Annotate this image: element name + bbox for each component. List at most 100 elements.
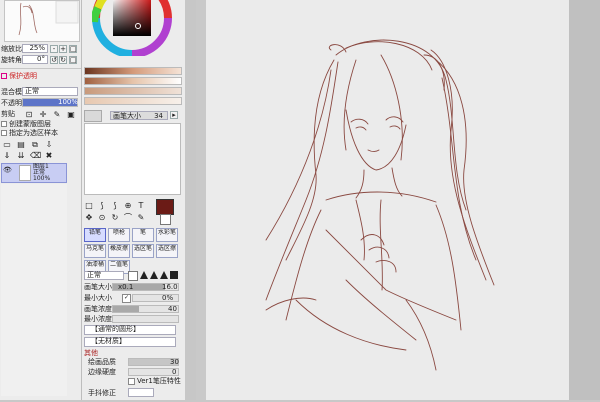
brush-size-preset-label: 画笔大小 <box>113 112 141 120</box>
brush-tile[interactable]: 选区擦 <box>156 244 178 258</box>
rotate-cw-button[interactable]: ↻ <box>59 56 67 64</box>
brush-shape-value: 【通常的圆形】 <box>91 325 140 333</box>
clip-label: 剪贴 <box>1 110 15 118</box>
copy-layer-icon[interactable]: ⧉ <box>30 140 40 150</box>
layer-item[interactable]: 👁 图层1 正常 100% <box>1 163 67 183</box>
text-tool-icon[interactable]: T <box>136 201 146 211</box>
move-icon[interactable]: ✥ <box>84 213 94 223</box>
brush-shape-row <box>128 271 178 281</box>
zoom-in-button[interactable]: + <box>59 45 67 53</box>
value-bar[interactable] <box>84 87 182 95</box>
color-wheel[interactable] <box>92 0 172 56</box>
sub-color-swatch[interactable] <box>160 214 171 225</box>
brush-tile[interactable]: 笔 <box>132 228 154 242</box>
ver1-checkbox[interactable] <box>128 378 135 385</box>
brush-size-value: 16.0 <box>162 283 178 291</box>
alpha-bar[interactable] <box>84 97 182 105</box>
brush-tile[interactable]: 选区笔 <box>132 244 154 258</box>
brush-texture-value: 【无材质】 <box>91 337 126 345</box>
rotate-view-icon[interactable]: ↻ <box>110 213 120 223</box>
eye-icon[interactable]: 👁 <box>3 166 12 174</box>
merge-layer-icon[interactable]: ⇩ <box>44 140 54 150</box>
tool-panel: 画笔大小 34 ▸ □ ⟆ ⟆ ⊕ T ✥ ⊙ ↻ ⌒ ✎ 铅笔 喷枪 笔 水彩… <box>81 0 185 400</box>
color-swatch-small[interactable] <box>84 110 102 122</box>
lasso-icon[interactable]: ⟆ <box>97 201 107 211</box>
brush-density-label: 画笔浓度 <box>84 305 112 313</box>
min-density-slider[interactable] <box>112 315 179 323</box>
main-color-swatch[interactable] <box>156 199 174 215</box>
magic-wand-icon[interactable]: ⟆ <box>110 201 120 211</box>
hand-icon[interactable]: ⌒ <box>123 213 133 223</box>
brush-shape-dropdown[interactable]: 【通常的圆形】 <box>84 325 176 335</box>
lock-icon[interactable]: ⊡ <box>24 110 34 120</box>
shape-square-icon[interactable] <box>128 271 138 281</box>
mask-layer-label: 创建蒙版图层 <box>9 120 51 128</box>
sketch-drawing <box>265 39 495 371</box>
layer-opacity: 100% <box>33 175 51 182</box>
brush-tile[interactable]: 水彩笔 <box>156 228 178 242</box>
layer-actions-row2: ⇓ ⇊ ⌫ ✖ <box>2 151 78 161</box>
quality-label: 绘画品质 <box>88 358 116 366</box>
brush-mode-select[interactable]: 正常 <box>84 271 124 280</box>
shape-triangle-icon[interactable] <box>160 271 168 279</box>
saturation-bar[interactable] <box>84 77 182 85</box>
brush-density-value: 40 <box>168 305 177 313</box>
swatch-area[interactable] <box>84 123 181 195</box>
clear-layer-icon[interactable]: ⌫ <box>30 151 41 161</box>
protect-alpha-checkbox[interactable] <box>1 73 7 79</box>
zoom-reset-button[interactable]: □ <box>69 45 77 53</box>
delete-layer-icon[interactable]: ✖ <box>44 151 54 161</box>
edge-value: 0 <box>172 368 177 376</box>
opacity-value: 100% <box>58 98 79 106</box>
rotate-ccw-button[interactable]: ↺ <box>50 56 58 64</box>
quality-value: 30 <box>170 358 179 366</box>
min-density-label: 最小浓度 <box>84 315 112 323</box>
divider <box>0 68 81 69</box>
eyedropper-icon[interactable]: ✎ <box>136 213 146 223</box>
stabilizer-select[interactable] <box>128 388 154 397</box>
brush-size-preset[interactable]: 画笔大小 34 <box>110 111 168 120</box>
rect-select-icon[interactable]: □ <box>84 201 94 211</box>
rotate-field[interactable]: 0° <box>22 55 48 64</box>
navigator-sketch-thumbnail <box>18 0 79 36</box>
brush-tile[interactable]: 喷枪 <box>108 228 130 242</box>
zoom-field[interactable]: 25% <box>22 44 48 53</box>
brush-grid: 铅笔 喷枪 笔 水彩笔 马克笔 橡皮擦 选区笔 选区擦 油漆桶 二值笔 <box>84 228 180 274</box>
rotate-reset-button[interactable]: □ <box>69 56 77 64</box>
protect-alpha-label: 保护透明 <box>9 72 37 80</box>
panel-scroll-gutter <box>185 0 196 400</box>
stabilizer-label: 手抖修正 <box>88 389 116 397</box>
pin-icon[interactable]: ✛ <box>38 110 48 120</box>
transfer-down-icon[interactable]: ⇓ <box>2 151 12 161</box>
brush-lock-icon[interactable]: ✎ <box>52 110 62 120</box>
brush-texture-dropdown[interactable]: 【无材质】 <box>84 337 176 347</box>
advanced-settings-header[interactable]: 其他 <box>84 349 98 358</box>
swatch-menu-button[interactable]: ▸ <box>170 111 178 119</box>
blend-mode-select[interactable]: 正常 <box>22 87 78 96</box>
brush-tile[interactable]: 铅笔 <box>84 228 106 242</box>
hue-bar[interactable] <box>84 67 182 75</box>
shape-block-icon[interactable] <box>170 271 178 279</box>
merge-down-icon[interactable]: ⇊ <box>16 151 26 161</box>
canvas-right-margin <box>569 0 600 400</box>
shape-triangle-icon[interactable] <box>140 271 148 279</box>
tool-row-2: ✥ ⊙ ↻ ⌒ ✎ <box>84 213 146 223</box>
edge-label: 边缘硬度 <box>88 368 116 376</box>
zoom-view-icon[interactable]: ⊙ <box>97 213 107 223</box>
new-folder-icon[interactable]: ▤ <box>16 140 26 150</box>
brush-tile[interactable]: 橡皮擦 <box>108 244 130 258</box>
brush-tile[interactable]: 马克笔 <box>84 244 106 258</box>
navigator-preview[interactable] <box>4 0 80 42</box>
mask-layer-checkbox[interactable] <box>1 121 7 127</box>
lock-row: ⊡ ✛ ✎ ▣ <box>24 110 80 120</box>
shape-triangle-icon[interactable] <box>150 271 158 279</box>
zoom-out-button[interactable]: - <box>50 45 58 53</box>
canvas[interactable] <box>206 0 569 400</box>
zoom-tool-icon[interactable]: ⊕ <box>123 201 133 211</box>
eraser-lock-icon[interactable]: ▣ <box>66 110 76 120</box>
ver1-label: Ver1笔压特性 <box>137 377 181 385</box>
new-layer-icon[interactable]: ▭ <box>2 140 12 150</box>
brush-size-label: 画笔大小 <box>84 283 112 291</box>
selection-sample-checkbox[interactable] <box>1 130 7 136</box>
min-size-checkbox[interactable]: ✓ <box>122 294 131 303</box>
